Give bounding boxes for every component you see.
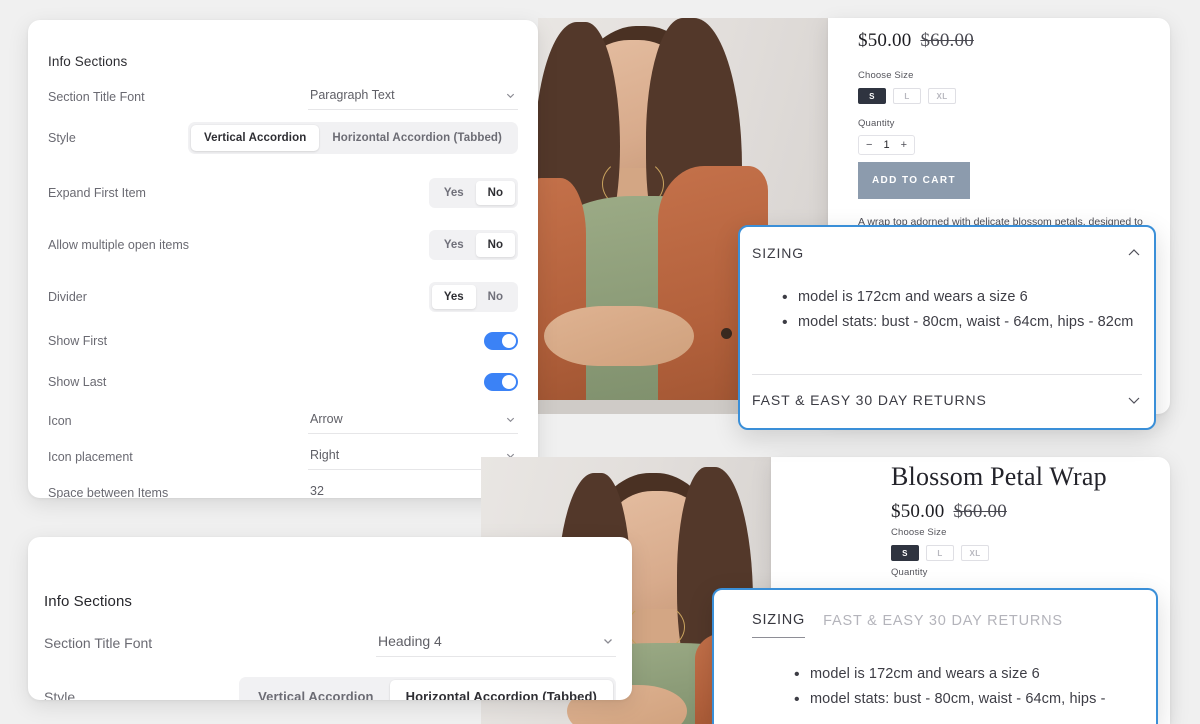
- size-swatch-l[interactable]: L: [926, 545, 954, 561]
- blazer-button: [721, 328, 732, 339]
- yesno-expand-first-item[interactable]: Yes No: [428, 178, 518, 208]
- list-item: model stats: bust - 80cm, waist - 64cm, …: [792, 686, 1152, 714]
- chevron-down-icon: [602, 635, 614, 647]
- product-title: Blossom Petal Wrap: [891, 462, 1107, 491]
- accordion-item-returns-header[interactable]: FAST & EASY 30 DAY RETURNS: [752, 392, 1142, 408]
- divider-no[interactable]: No: [476, 285, 515, 309]
- chevron-down-icon: [505, 414, 516, 425]
- expand-first-item-no[interactable]: No: [475, 181, 515, 205]
- label-style: Style: [48, 131, 76, 145]
- divider-yes[interactable]: Yes: [431, 285, 476, 309]
- accordion-item-sizing-header[interactable]: SIZING: [752, 245, 1142, 261]
- quantity-label: Quantity: [858, 118, 895, 129]
- chevron-down-icon: [505, 90, 516, 101]
- info-sections-vertical-accordion-preview: SIZING model is 172cm and wears a size 6…: [738, 225, 1156, 430]
- model-blazer-left: [538, 178, 586, 414]
- accordion-item-sizing-body: model is 172cm and wears a size 6 model …: [780, 284, 1150, 338]
- panel-title: Info Sections: [48, 54, 128, 69]
- select-icon[interactable]: Arrow: [308, 408, 518, 434]
- quantity-stepper[interactable]: − 1 +: [858, 135, 915, 155]
- quantity-increment-button[interactable]: +: [894, 136, 914, 154]
- label-section-title-font: Section Title Font: [44, 635, 153, 651]
- tab-fast-easy-returns[interactable]: FAST & EASY 30 DAY RETURNS: [823, 613, 1063, 638]
- accordion-item-returns-title: FAST & EASY 30 DAY RETURNS: [752, 392, 987, 408]
- label-expand-first-item: Expand First Item: [48, 186, 146, 200]
- sizing-bullet-list: model is 172cm and wears a size 6 model …: [780, 284, 1150, 338]
- price-row-bottom: $50.00 $60.00: [891, 501, 1007, 523]
- segment-vertical-accordion[interactable]: Vertical Accordion: [190, 125, 320, 151]
- size-swatch-group-bottom[interactable]: S L XL: [891, 545, 989, 561]
- price-compare-at: $60.00: [920, 30, 974, 51]
- segment-horizontal-accordion-tabbed[interactable]: Horizontal Accordion (Tabbed): [389, 680, 613, 700]
- select-section-title-font[interactable]: Paragraph Text: [308, 84, 518, 110]
- label-show-last: Show Last: [48, 375, 107, 389]
- list-item: model is 172cm and wears a size 6: [792, 661, 1152, 689]
- select-section-title-font-value: Heading 4: [378, 633, 442, 649]
- label-show-first: Show First: [48, 334, 108, 348]
- size-swatch-xl[interactable]: XL: [961, 545, 989, 561]
- toggle-show-last[interactable]: [484, 373, 518, 391]
- list-item: model is 172cm and wears a size 6: [780, 284, 1150, 312]
- accordion-item-sizing-title: SIZING: [752, 245, 805, 261]
- quantity-label: Quantity: [891, 567, 928, 578]
- expand-first-item-yes[interactable]: Yes: [432, 181, 476, 205]
- yesno-allow-multiple-open-items[interactable]: Yes No: [428, 230, 518, 260]
- quantity-decrement-button[interactable]: −: [859, 136, 879, 154]
- size-swatch-group-top[interactable]: S L XL: [858, 88, 956, 104]
- price-current: $50.00: [891, 501, 945, 522]
- list-item: model stats: bust - 80cm, waist - 64cm, …: [780, 309, 1150, 337]
- segmented-style[interactable]: Vertical Accordion Horizontal Accordion …: [187, 122, 518, 154]
- segmented-style[interactable]: Vertical Accordion Horizontal Accordion …: [239, 677, 616, 700]
- segment-horizontal-accordion-tabbed[interactable]: Horizontal Accordion (Tabbed): [319, 125, 515, 151]
- select-icon-placement-value: Right: [310, 448, 340, 462]
- info-sections-settings-panel-2: Info Sections Section Title Font Heading…: [28, 537, 632, 700]
- choose-size-label: Choose Size: [891, 527, 947, 538]
- tab-panel-sizing: model is 172cm and wears a size 6 model …: [792, 661, 1152, 715]
- tab-list: SIZING FAST & EASY 30 DAY RETURNS: [752, 612, 1063, 638]
- label-section-title-font: Section Title Font: [48, 90, 145, 104]
- toggle-knob: [502, 334, 516, 348]
- tab-sizing[interactable]: SIZING: [752, 612, 806, 638]
- label-style: Style: [44, 688, 76, 701]
- choose-size-label: Choose Size: [858, 70, 914, 81]
- model-arm: [544, 306, 694, 366]
- toggle-show-first[interactable]: [484, 332, 518, 350]
- panel-title: Info Sections: [44, 593, 133, 610]
- allow-multiple-open-items-yes[interactable]: Yes: [432, 233, 476, 257]
- sizing-bullet-list: model is 172cm and wears a size 6 model …: [792, 661, 1152, 715]
- label-icon: Icon: [48, 414, 72, 428]
- size-swatch-l[interactable]: L: [893, 88, 921, 104]
- size-swatch-s[interactable]: S: [891, 545, 919, 561]
- segment-vertical-accordion[interactable]: Vertical Accordion: [242, 680, 389, 700]
- toggle-knob: [502, 375, 516, 389]
- label-space-between-items: Space between Items: [48, 486, 169, 498]
- select-icon-value: Arrow: [310, 412, 343, 426]
- accordion-divider: [752, 374, 1142, 375]
- price-row-top: $50.00 $60.00: [858, 30, 974, 52]
- select-section-title-font-value: Paragraph Text: [310, 88, 395, 102]
- info-sections-settings-panel-1: Info Sections Section Title Font Paragra…: [28, 20, 538, 498]
- info-sections-tabbed-accordion-preview: SIZING FAST & EASY 30 DAY RETURNS model …: [712, 588, 1158, 724]
- size-swatch-s[interactable]: S: [858, 88, 886, 104]
- add-to-cart-button[interactable]: ADD TO CART: [858, 162, 970, 199]
- price-current: $50.00: [858, 30, 912, 51]
- size-swatch-xl[interactable]: XL: [928, 88, 956, 104]
- chevron-down-icon[interactable]: [1126, 392, 1142, 408]
- price-compare-at: $60.00: [953, 501, 1007, 522]
- quantity-value[interactable]: 1: [879, 136, 893, 154]
- label-allow-multiple-open-items: Allow multiple open items: [48, 238, 190, 252]
- chevron-up-icon[interactable]: [1126, 245, 1142, 261]
- select-section-title-font[interactable]: Heading 4: [376, 629, 616, 657]
- label-divider: Divider: [48, 290, 87, 304]
- label-icon-placement: Icon placement: [48, 450, 133, 464]
- allow-multiple-open-items-no[interactable]: No: [475, 233, 515, 257]
- yesno-divider[interactable]: Yes No: [428, 282, 518, 312]
